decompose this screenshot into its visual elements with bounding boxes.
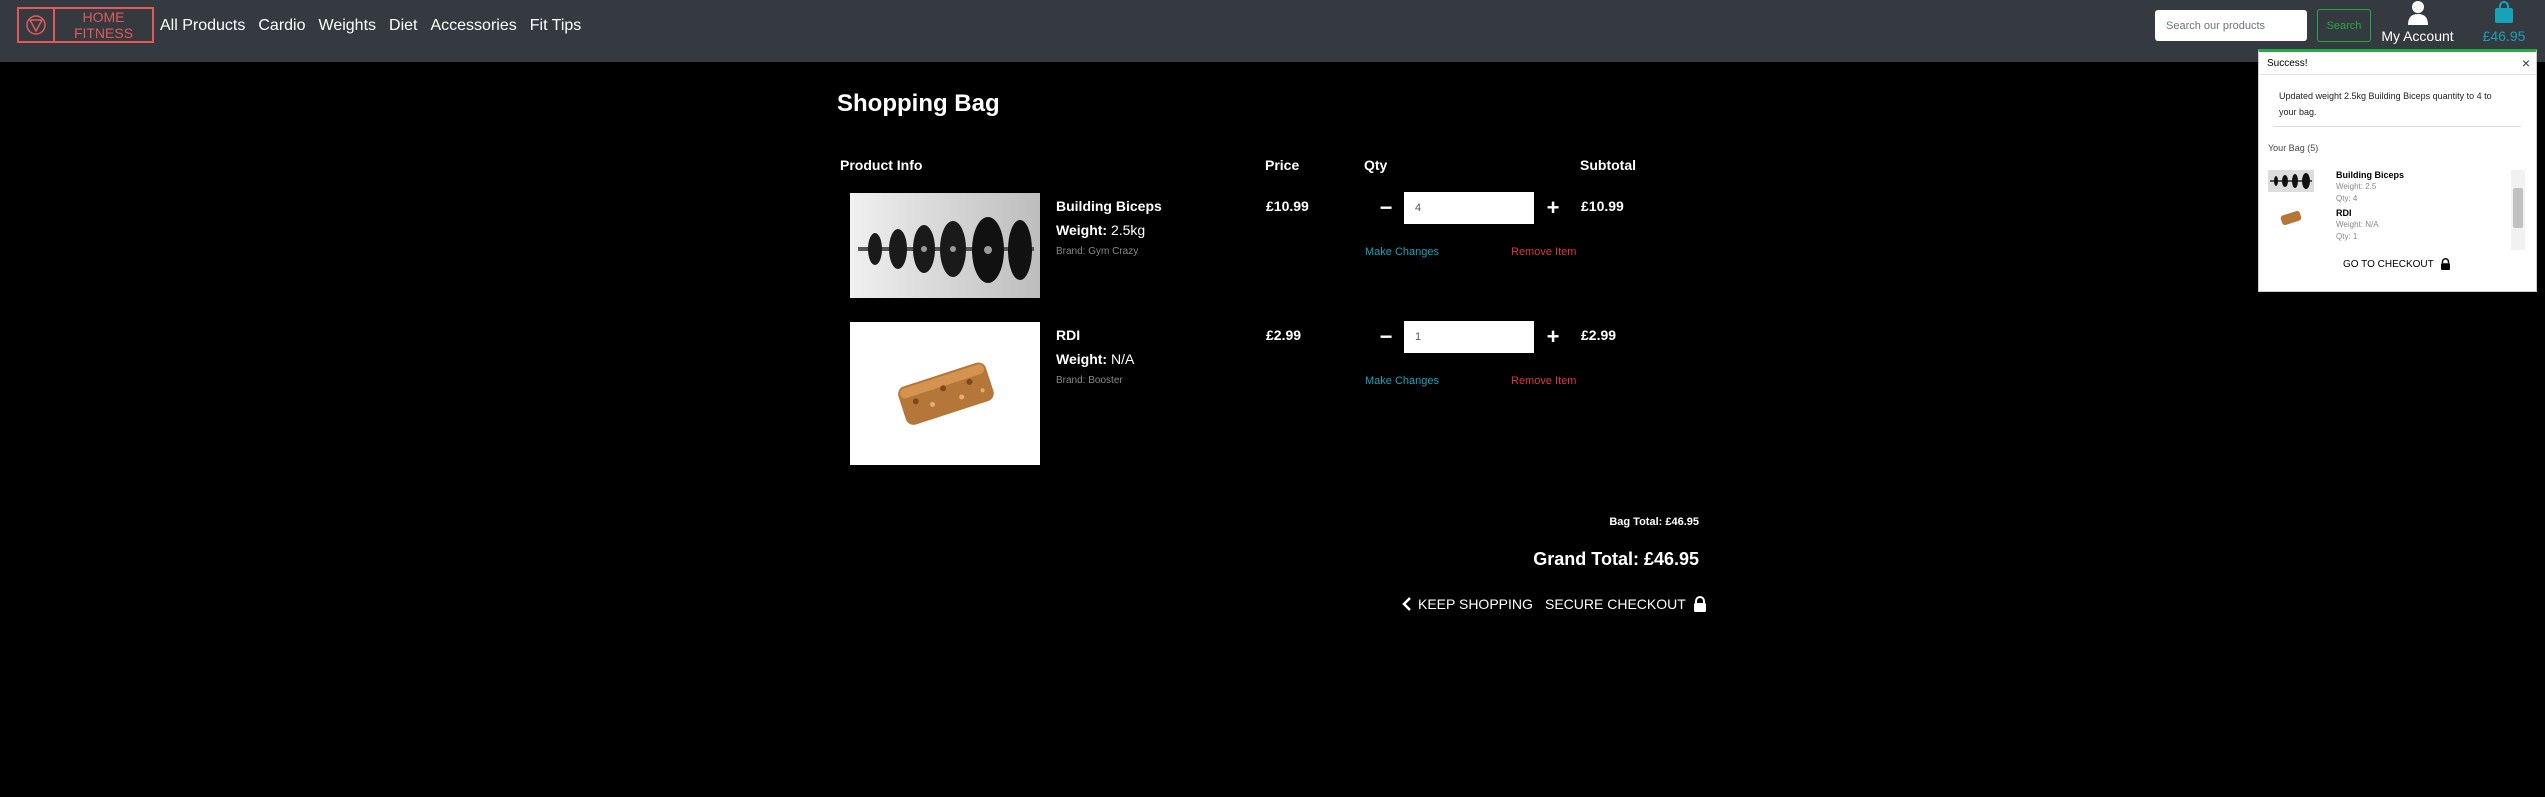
- toast-scrollbar[interactable]: [2511, 170, 2525, 250]
- toast-header: Success!: [2259, 52, 2536, 75]
- toast-item-qty: Qty: 1: [2336, 232, 2358, 241]
- grand-total: Grand Total: £46.95: [1533, 549, 1699, 569]
- success-toast: Success! × Updated weight 2.5kg Building…: [2258, 49, 2537, 292]
- toast-item-name: RDI: [2336, 208, 2352, 218]
- bag-link[interactable]: £46.95: [2478, 0, 2530, 46]
- product-image-building-biceps[interactable]: [850, 193, 1040, 298]
- increment-qty-button[interactable]: +: [1543, 195, 1563, 220]
- toast-message: Updated weight 2.5kg Building Biceps qua…: [2279, 91, 2492, 117]
- my-account-label: My Account: [2381, 28, 2454, 44]
- increment-qty-button[interactable]: +: [1543, 324, 1563, 349]
- lock-icon: [2440, 258, 2450, 270]
- item-name: Building Biceps: [1056, 198, 1162, 214]
- qty-input[interactable]: [1404, 321, 1534, 353]
- item-price: £2.99: [1266, 327, 1302, 343]
- go-to-checkout-button[interactable]: GO TO CHECKOUT: [2343, 258, 2451, 270]
- item-brand: Brand: Gym Crazy: [1056, 246, 1139, 257]
- header-price: Price: [1265, 157, 1300, 173]
- make-changes-link[interactable]: Make Changes: [1365, 246, 1439, 258]
- nav-accessories[interactable]: Accessories: [430, 17, 516, 35]
- page-title: Shopping Bag: [837, 90, 1000, 117]
- item-weight-value: 2.5kg: [1110, 222, 1146, 238]
- nav-fit-tips[interactable]: Fit Tips: [530, 17, 582, 35]
- toast-item-weight: Weight: N/A: [2336, 220, 2379, 229]
- product-image-rdi[interactable]: [850, 322, 1040, 465]
- brand-logo[interactable]: HOME FITNESS: [17, 7, 154, 43]
- secure-checkout-label: SECURE CHECKOUT: [1545, 596, 1686, 612]
- my-account-link[interactable]: My Account: [2380, 0, 2455, 46]
- nav-all-products[interactable]: All Products: [160, 17, 245, 35]
- item-subtotal: £2.99: [1581, 327, 1617, 343]
- item-weight-value: N/A: [1110, 351, 1135, 367]
- item-weight-label: Weight:: [1056, 222, 1108, 238]
- nav-diet[interactable]: Diet: [389, 17, 417, 35]
- decrement-qty-button[interactable]: −: [1376, 324, 1396, 349]
- main-nav: All Products Cardio Weights Diet Accesso…: [160, 0, 581, 52]
- keep-shopping-button[interactable]: KEEP SHOPPING: [1402, 596, 1533, 612]
- toast-item-weight: Weight: 2.5: [2336, 182, 2377, 191]
- navbar: HOME FITNESS All Products Cardio Weights…: [0, 0, 2545, 62]
- header-qty: Qty: [1364, 157, 1388, 173]
- header-product-info: Product Info: [840, 157, 923, 173]
- go-to-checkout-label: GO TO CHECKOUT: [2343, 258, 2434, 270]
- decrement-qty-button[interactable]: −: [1376, 195, 1396, 220]
- keep-shopping-label: KEEP SHOPPING: [1418, 596, 1533, 612]
- toast-divider: [2273, 126, 2521, 127]
- lock-icon: [1693, 596, 1706, 612]
- make-changes-link[interactable]: Make Changes: [1365, 375, 1439, 387]
- search-button[interactable]: Search: [2317, 9, 2371, 42]
- secure-checkout-button[interactable]: SECURE CHECKOUT: [1545, 596, 1707, 612]
- brand-name: HOME FITNESS: [73, 9, 134, 41]
- bag-total: Bag Total: £46.95: [1609, 516, 1699, 528]
- remove-item-link[interactable]: Remove Item: [1511, 375, 1576, 387]
- user-icon: [2408, 1, 2428, 25]
- toast-item-image: [2268, 206, 2314, 230]
- logo-icon: [19, 9, 55, 41]
- item-brand: Brand: Booster: [1056, 375, 1123, 386]
- bag-total-label: £46.95: [2482, 28, 2526, 44]
- header-subtotal: Subtotal: [1580, 157, 1636, 173]
- nav-cardio[interactable]: Cardio: [258, 17, 305, 35]
- chevron-left-icon: [1402, 597, 1411, 611]
- toast-item-list: Building Biceps Weight: 2.5 Qty: 4 RDI W…: [2268, 170, 2516, 250]
- close-icon[interactable]: ×: [2522, 55, 2530, 71]
- toast-item-qty: Qty: 4: [2336, 194, 2358, 203]
- item-weight: Weight: 2.5kg: [1056, 222, 1145, 238]
- item-weight: Weight: N/A: [1056, 351, 1134, 367]
- qty-input[interactable]: [1404, 192, 1534, 224]
- search-input[interactable]: [2155, 10, 2307, 41]
- item-price: £10.99: [1266, 198, 1309, 214]
- nav-weights[interactable]: Weights: [319, 17, 377, 35]
- item-subtotal: £10.99: [1581, 198, 1624, 214]
- toast-item-image: [2268, 170, 2314, 192]
- remove-item-link[interactable]: Remove Item: [1511, 246, 1576, 258]
- toast-bag-count: Your Bag (5): [2268, 143, 2319, 153]
- scrollbar-thumb[interactable]: [2513, 188, 2523, 228]
- toast-item-name: Building Biceps: [2336, 170, 2405, 180]
- shopping-bag-icon: [2495, 1, 2513, 23]
- item-name: RDI: [1056, 327, 1081, 343]
- item-weight-label: Weight:: [1056, 351, 1108, 367]
- toast-title: Success!: [2267, 57, 2308, 69]
